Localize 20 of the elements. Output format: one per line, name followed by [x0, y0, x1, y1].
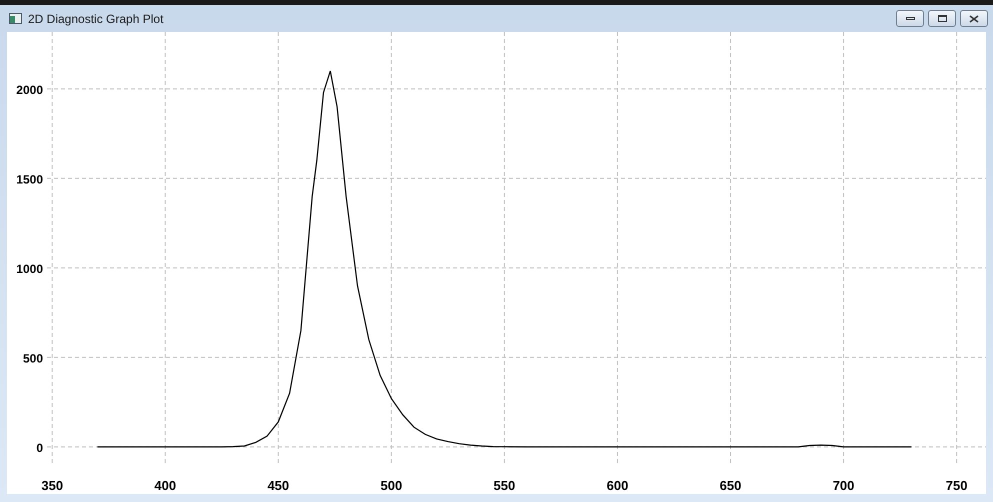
- x-tick-label: 550: [494, 478, 516, 493]
- x-tick-label: 750: [946, 478, 968, 493]
- x-tick-label: 500: [380, 478, 402, 493]
- y-tick-label: 0: [36, 440, 43, 455]
- window-title: 2D Diagnostic Graph Plot: [28, 10, 164, 28]
- x-tick-label: 350: [41, 478, 64, 493]
- x-tick-label: 650: [720, 478, 742, 493]
- close-button[interactable]: [960, 10, 988, 27]
- x-tick-label: 400: [154, 478, 176, 493]
- y-tick-label: 1000: [16, 262, 43, 276]
- app-icon: [9, 13, 22, 24]
- x-tick-label: 450: [267, 478, 290, 493]
- y-tick-label: 1500: [16, 172, 43, 186]
- close-icon: [969, 14, 979, 22]
- y-tick-label: 2000: [16, 82, 43, 97]
- x-tick-label: 700: [832, 478, 854, 493]
- maximize-button[interactable]: [928, 10, 956, 27]
- y-tick-label: 500: [22, 351, 43, 366]
- x-tick-label: 600: [606, 478, 628, 493]
- minimize-button[interactable]: [896, 10, 924, 27]
